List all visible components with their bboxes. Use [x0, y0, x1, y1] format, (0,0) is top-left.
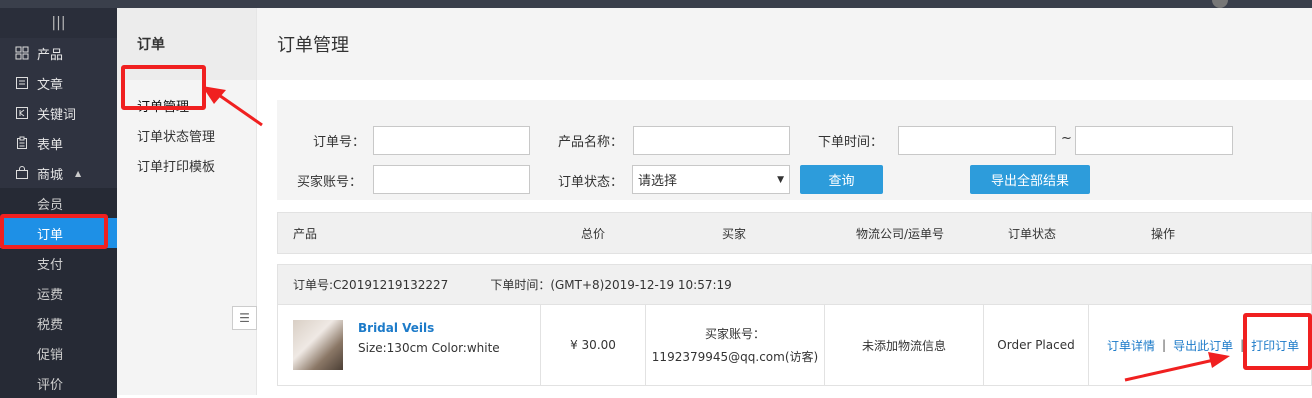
- highlight-box-order-management: [121, 65, 206, 110]
- nav-item-label: 关键词: [37, 107, 77, 123]
- column-header-total: 总价: [581, 226, 606, 241]
- product-name-link[interactable]: Bridal Veils: [358, 321, 434, 335]
- table-row: Bridal Veils Size:130cm Color:white ¥ 30…: [278, 305, 1312, 385]
- total-price: ¥ 30.00: [541, 305, 646, 385]
- order-detail-link[interactable]: 订单详情: [1107, 337, 1155, 354]
- top-bar: [0, 0, 1312, 8]
- separator: |: [1162, 338, 1167, 352]
- order-time-end-input[interactable]: [1075, 126, 1233, 155]
- nav-item-label: 产品: [37, 47, 64, 63]
- subnav-order-print-template[interactable]: 订单打印模板: [117, 150, 256, 180]
- subnav-order-status-management[interactable]: 订单状态管理: [117, 120, 256, 150]
- column-header-product: 产品: [293, 226, 318, 241]
- nav-item-keywords[interactable]: 关键词: [0, 98, 117, 128]
- nav-item-mall[interactable]: 商城 ▲: [0, 158, 117, 188]
- order-status: Order Placed: [984, 305, 1089, 385]
- order-no-label: 订单号：: [313, 135, 366, 150]
- order-number: 订单号:C20191219132227: [293, 278, 449, 292]
- order-status-label: 订单状态：: [558, 175, 624, 190]
- nav-item-forms[interactable]: 表单: [0, 128, 117, 158]
- main-content: 订单管理 订单号： 产品名称： 下单时间： ~ 买家账号： 订单状态： 请选择 …: [257, 8, 1312, 395]
- page-title: 订单管理: [257, 8, 1312, 80]
- product-thumbnail[interactable]: [293, 320, 343, 370]
- nav-item-products[interactable]: 产品: [0, 38, 117, 68]
- column-header-buyer: 买家: [722, 226, 747, 241]
- product-attributes: Size:130cm Color:white: [358, 341, 500, 355]
- query-button[interactable]: 查询: [800, 165, 883, 194]
- highlight-box-orders-nav: [0, 214, 108, 249]
- order-time-start-input[interactable]: [898, 126, 1056, 155]
- buyer-account-input[interactable]: [373, 165, 530, 194]
- buyer-cell: 买家账号： 1192379945@qq.com(访客): [646, 305, 825, 385]
- product-name-input[interactable]: [633, 126, 790, 155]
- order-time: 下单时间：(GMT+8)2019-12-19 10:57:19: [490, 278, 732, 292]
- shopping-bag-icon: [14, 165, 30, 181]
- nav-item-label: 文章: [37, 77, 64, 93]
- dropdown-arrow-icon: ▼: [777, 174, 784, 185]
- buyer-account-label: 买家账号：: [297, 175, 363, 190]
- nav-sub-reviews[interactable]: 评价: [0, 368, 117, 398]
- order-status-select[interactable]: 请选择 ▼: [632, 165, 790, 194]
- column-header-logistics: 物流公司/运单号: [856, 226, 945, 241]
- user-avatar[interactable]: [1212, 0, 1228, 8]
- nav-item-label: 商城: [37, 167, 64, 183]
- buyer-label: 买家账号：: [704, 327, 765, 341]
- filter-panel: 订单号： 产品名称： 下单时间： ~ 买家账号： 订单状态： 请选择 ▼ 查询 …: [277, 100, 1312, 200]
- grid-icon: [14, 45, 30, 61]
- menu-toggle-icon[interactable]: |||: [0, 8, 117, 38]
- caret-up-icon: ▲: [75, 168, 82, 178]
- nav-item-label: 表单: [37, 137, 64, 153]
- clipboard-icon: [14, 135, 30, 151]
- nav-sub-promotion[interactable]: 促销: [0, 338, 117, 368]
- keyword-icon: [14, 105, 30, 121]
- column-header-status: 订单状态: [1008, 226, 1057, 241]
- export-order-link[interactable]: 导出此订单: [1173, 337, 1233, 354]
- table-header: 产品 总价 买家 物流公司/运单号 订单状态 操作: [277, 212, 1312, 254]
- order-status-value: 请选择: [638, 174, 678, 189]
- column-header-actions: 操作: [1151, 226, 1176, 241]
- order-meta: 订单号:C20191219132227 下单时间：(GMT+8)2019-12-…: [278, 265, 1311, 305]
- export-all-button[interactable]: 导出全部结果: [970, 165, 1090, 194]
- product-cell: Bridal Veils Size:130cm Color:white: [278, 305, 541, 385]
- product-name-label: 产品名称：: [558, 135, 624, 150]
- date-range-separator: ~: [1061, 131, 1072, 146]
- order-time-label: 下单时间：: [818, 135, 884, 150]
- left-nav: ||| 产品 文章 关键词 表单 商城 ▲ 会员 订单 支付 运费 税费 促销 …: [0, 8, 117, 398]
- nav-sub-payment[interactable]: 支付: [0, 248, 117, 278]
- order-block: 订单号:C20191219132227 下单时间：(GMT+8)2019-12-…: [277, 264, 1312, 386]
- highlight-box-print-order: [1243, 313, 1312, 370]
- order-no-input[interactable]: [373, 126, 530, 155]
- buyer-account: 1192379945@qq.com(访客): [651, 350, 819, 364]
- nav-sub-tax[interactable]: 税费: [0, 308, 117, 338]
- nav-item-articles[interactable]: 文章: [0, 68, 117, 98]
- logistics-info: 未添加物流信息: [825, 305, 984, 385]
- collapse-panel-icon[interactable]: ☰: [232, 306, 257, 330]
- nav-sub-shipping[interactable]: 运费: [0, 278, 117, 308]
- document-icon: [14, 75, 30, 91]
